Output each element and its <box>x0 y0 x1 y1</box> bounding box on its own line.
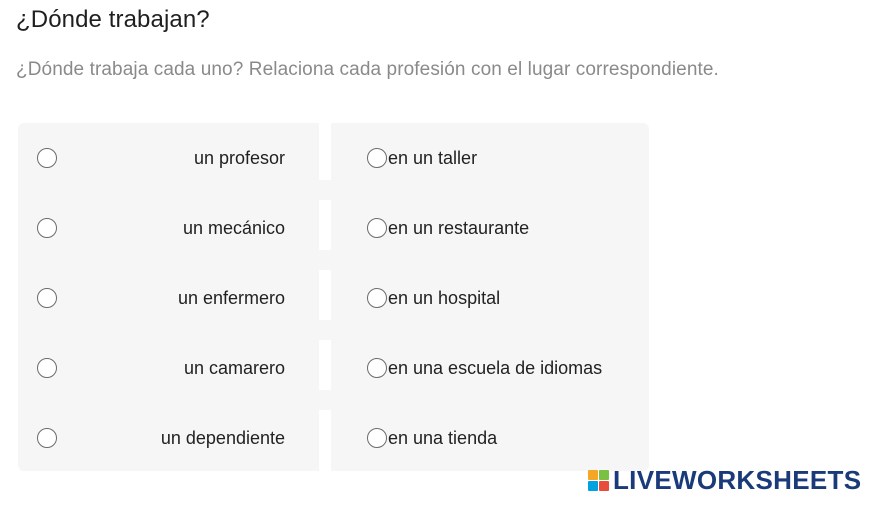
profession-radio[interactable] <box>37 428 57 448</box>
profession-row[interactable]: un dependiente <box>18 403 319 473</box>
profession-label: un enfermero <box>177 287 285 308</box>
connector-notch <box>319 250 331 270</box>
connector-notch <box>319 390 331 410</box>
connector-notch <box>319 320 331 340</box>
profession-radio[interactable] <box>37 358 57 378</box>
profession-row[interactable]: un mecánico <box>18 193 319 263</box>
connector-notch <box>319 180 331 200</box>
workplace-row[interactable]: en un taller <box>331 123 649 193</box>
workplace-radio[interactable] <box>367 288 387 308</box>
profession-radio[interactable] <box>37 218 57 238</box>
profession-row[interactable]: un profesor <box>18 123 319 193</box>
profession-label: un dependiente <box>160 427 285 448</box>
liveworksheets-logo-icon <box>588 470 609 491</box>
profession-radio[interactable] <box>37 148 57 168</box>
workplace-radio[interactable] <box>367 428 387 448</box>
workplace-label: en una escuela de idiomas <box>388 357 603 378</box>
profession-label: un camarero <box>183 357 285 378</box>
workplace-row[interactable]: en un restaurante <box>331 193 649 263</box>
profession-row[interactable]: un enfermero <box>18 263 319 333</box>
workplace-radio[interactable] <box>367 358 387 378</box>
profession-label: un mecánico <box>182 217 285 238</box>
liveworksheets-logo-text: LIVEWORKSHEETS <box>613 465 862 495</box>
workplace-label: en un hospital <box>388 287 501 308</box>
profession-radio[interactable] <box>37 288 57 308</box>
workplace-row[interactable]: en una escuela de idiomas <box>331 333 649 403</box>
page-title: ¿Dónde trabajan? <box>16 6 210 33</box>
instructions-text: ¿Dónde trabaja cada uno? Relaciona cada … <box>16 59 719 80</box>
liveworksheets-logo: LIVEWORKSHEETS <box>588 465 861 496</box>
profession-label: un profesor <box>193 147 285 168</box>
profession-row[interactable]: un camarero <box>18 333 319 403</box>
workplace-radio[interactable] <box>367 148 387 168</box>
workplace-row[interactable]: en una tienda <box>331 403 649 473</box>
workplace-label: en un taller <box>388 147 478 168</box>
workplace-radio[interactable] <box>367 218 387 238</box>
workplace-label: en un restaurante <box>388 217 530 238</box>
workplace-label: en una tienda <box>388 427 498 448</box>
workplace-row[interactable]: en un hospital <box>331 263 649 333</box>
